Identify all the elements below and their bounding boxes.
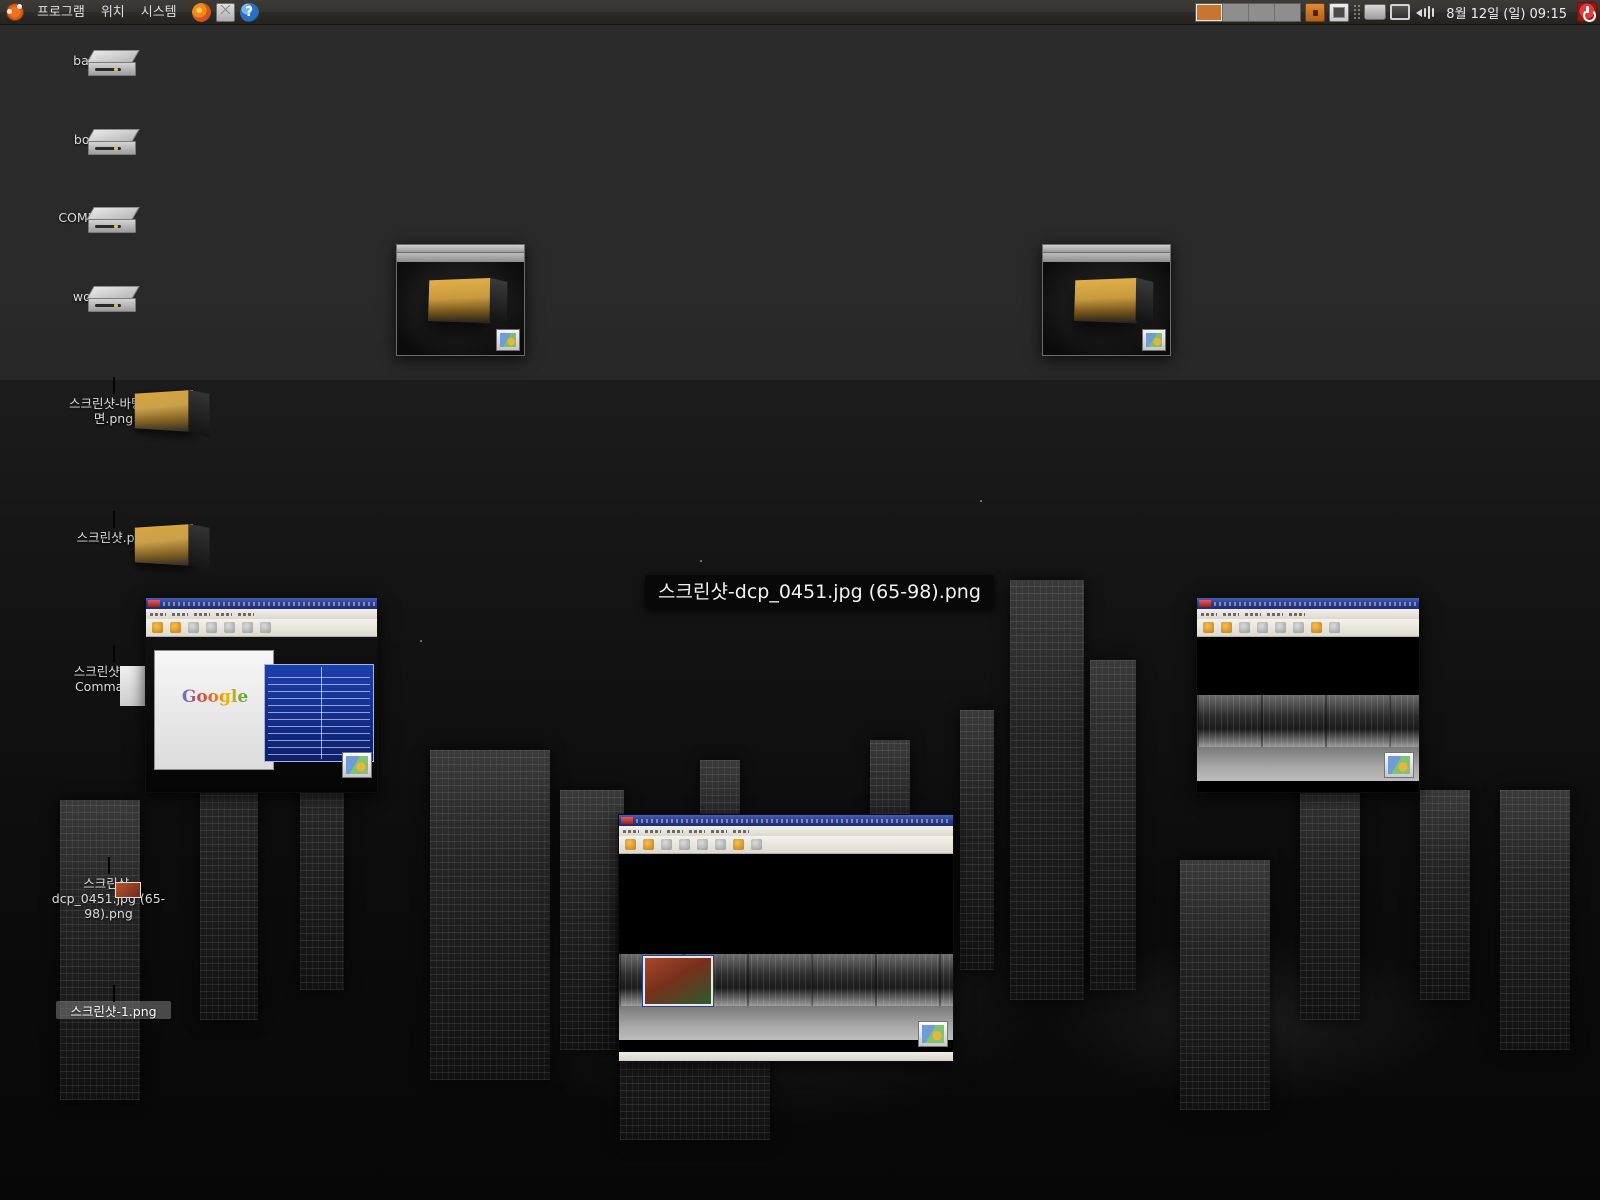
image-file-badge-icon — [1384, 752, 1414, 778]
file-thumbnail — [112, 377, 193, 433]
image-filmstrip — [1197, 695, 1419, 747]
window-toolbar[interactable] — [146, 619, 377, 637]
workspace-3[interactable] — [1249, 3, 1276, 21]
file-thumbnail — [107, 857, 141, 898]
image-file-badge-icon — [1142, 329, 1166, 351]
power-icon[interactable] — [1577, 2, 1597, 22]
image-file-badge-icon — [342, 752, 372, 778]
google-logo: Google — [177, 687, 253, 707]
volume-icon[interactable] — [1414, 4, 1436, 21]
file-panel-thumbnail — [264, 664, 374, 762]
preview-image-content — [1073, 277, 1138, 323]
window-menubar[interactable] — [146, 609, 377, 619]
desktop-icon-boot[interactable]: boot — [33, 129, 143, 155]
desktop-icon-work[interactable]: work — [33, 286, 143, 312]
window-titlebar[interactable] — [1197, 598, 1419, 609]
preview-toolbar — [1043, 253, 1170, 262]
preview-image-content — [427, 277, 492, 323]
desktop-icon-common[interactable]: COMMON — [33, 207, 143, 233]
firefox-icon[interactable] — [191, 2, 211, 22]
preview-toolbar — [397, 253, 524, 262]
browser-window-thumbnail: Google — [154, 650, 274, 770]
window-title — [636, 818, 951, 823]
file-thumbnail — [112, 511, 193, 567]
drag-tooltip: 스크린샷-dcp_0451.jpg (65-98).png — [645, 575, 994, 609]
workspace-2[interactable] — [1223, 3, 1249, 21]
window-toolbar[interactable] — [619, 836, 953, 854]
drag-preview-left[interactable] — [396, 244, 525, 356]
window-title — [163, 601, 375, 606]
desktop-icon-screenshot-desktop-png[interactable]: 스크린샷-바탕 화면.png — [56, 377, 193, 433]
window-close-icon[interactable] — [621, 817, 633, 824]
desktop-background[interactable]: 프로그램 위치 시스템 ? 8월 12일 (일) 09:15 스크린샷-바탕 화… — [0, 0, 1600, 1200]
printer-icon[interactable] — [1364, 4, 1387, 20]
window-menubar[interactable] — [1197, 609, 1419, 619]
panel-left-section: 프로그램 위치 시스템 ? — [0, 0, 259, 24]
desktop-icon-screenshot-1-png[interactable]: 스크린샷-1.png — [56, 985, 171, 1019]
display-icon[interactable] — [1390, 4, 1411, 20]
window-titlebar[interactable] — [619, 815, 953, 826]
image-file-badge-icon — [918, 1021, 948, 1047]
clock[interactable]: 8월 12일 (일) 09:15 — [1440, 3, 1573, 22]
desktop-icon-screenshot-png[interactable]: 스크린샷.png — [56, 511, 193, 567]
image-viewer-window-right[interactable] — [1196, 597, 1420, 793]
window-toolbar[interactable] — [1197, 619, 1419, 637]
help-icon[interactable]: ? — [239, 2, 259, 22]
workspace-4[interactable] — [1275, 4, 1300, 21]
ubuntu-logo-icon[interactable] — [6, 3, 24, 21]
menu-places[interactable]: 위치 — [94, 1, 132, 24]
window-titlebar[interactable] — [146, 598, 377, 609]
image-file-badge-icon — [496, 329, 520, 351]
mail-icon[interactable] — [215, 2, 235, 22]
file-thumbnail — [112, 985, 115, 1002]
panel-launchers: ? — [191, 2, 259, 22]
gnome-commander-screenshot-window[interactable]: Google — [145, 597, 378, 793]
desktop-icon-screenshot-dcp0451[interactable]: 스크린샷-dcp_0451.jpg (65-98).png — [46, 857, 171, 921]
window-close-icon[interactable] — [148, 600, 160, 607]
menu-applications[interactable]: 프로그램 — [30, 1, 92, 24]
desktop-icon-back[interactable]: back — [33, 50, 143, 76]
viewer-canvas — [619, 854, 953, 1061]
selected-image-thumbnail[interactable] — [642, 955, 714, 1007]
desktop-icon-label: 스크린샷-dcp_0451.jpg (65-98).png — [51, 876, 166, 921]
panel-grip-handle[interactable] — [1353, 3, 1361, 21]
workspace-switcher[interactable] — [1195, 2, 1302, 22]
drag-preview-right[interactable] — [1042, 244, 1171, 356]
workspace-1[interactable] — [1196, 3, 1223, 21]
window-statusbar — [619, 1052, 953, 1061]
desktop-icon-label: 스크린샷-1.png — [56, 1001, 171, 1019]
file-thumbnail — [112, 645, 204, 706]
image-filmstrip-reflection — [619, 1006, 953, 1040]
image-viewer-window-center[interactable] — [618, 814, 954, 1062]
viewer-canvas — [1197, 637, 1419, 792]
window-title — [1214, 601, 1417, 606]
window-content: Google — [146, 598, 377, 792]
window-close-icon[interactable] — [1199, 600, 1211, 607]
preview-titlebar — [1043, 245, 1170, 253]
screenshot-icon[interactable] — [1329, 2, 1350, 22]
preview-titlebar — [397, 245, 524, 253]
window-menubar[interactable] — [619, 826, 953, 836]
lock-icon[interactable] — [1305, 2, 1326, 22]
menu-system[interactable]: 시스템 — [134, 1, 184, 24]
top-panel[interactable]: 프로그램 위치 시스템 ? 8월 12일 (일) 09:15 — [0, 0, 1600, 25]
panel-right-section: 8월 12일 (일) 09:15 — [1195, 0, 1600, 24]
